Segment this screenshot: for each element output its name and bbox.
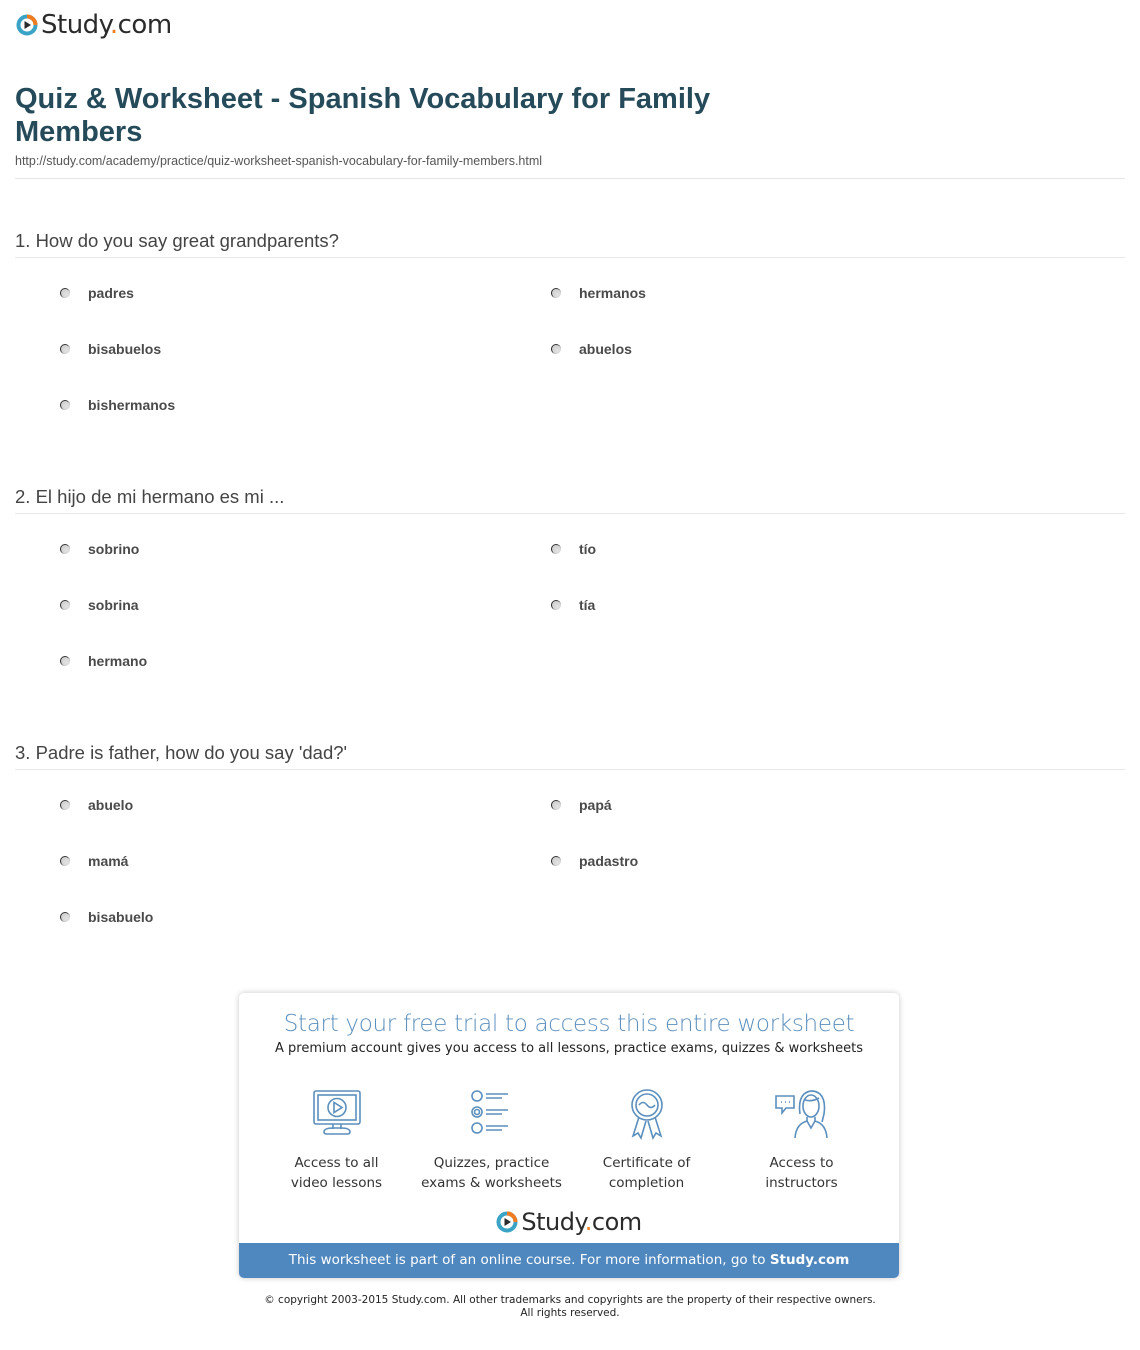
answer-option[interactable]: mamá (60, 853, 128, 869)
answer-option[interactable]: bishermanos (60, 397, 175, 413)
instructor-chat-icon (774, 1090, 828, 1139)
answer-option[interactable]: abuelos (551, 341, 632, 357)
answer-option[interactable]: hermano (60, 653, 147, 669)
answer-list: sobrino tío sobrina tía hermano (15, 514, 1125, 684)
radio-button[interactable] (551, 544, 561, 554)
radio-button[interactable] (60, 600, 70, 610)
answer-option[interactable]: tía (551, 597, 595, 613)
copyright-notice: © copyright 2003-2015 Study.com. All oth… (264, 1294, 876, 1319)
radio-button[interactable] (551, 344, 561, 354)
radio-button[interactable] (60, 400, 70, 410)
feature-label: Access to instructors (765, 1155, 838, 1191)
logo-wordmark: Study.com (41, 10, 172, 40)
feature-label: Certificate of completion (602, 1155, 691, 1191)
answer-option[interactable]: abuelo (60, 797, 133, 813)
radio-button[interactable] (551, 288, 561, 298)
question-text: 1. How do you say great grandparents? (15, 230, 339, 251)
question-3: 3. Padre is father, how do you say 'dad?… (15, 741, 1125, 940)
radio-button[interactable] (60, 288, 70, 298)
answer-option[interactable]: papá (551, 797, 612, 813)
quiz-list-icon (470, 1090, 508, 1134)
free-trial-promo: Start your free trial to access this ent… (239, 993, 899, 1278)
radio-button[interactable] (551, 600, 561, 610)
page-url: http://study.com/academy/practice/quiz-w… (15, 154, 543, 168)
feature-label: Access to all video lessons (290, 1155, 383, 1191)
promo-subtitle: A premium account gives you access to al… (275, 1041, 863, 1056)
study-logo[interactable]: Study.com (16, 10, 172, 40)
certificate-ribbon-icon (630, 1089, 663, 1140)
radio-button[interactable] (60, 912, 70, 922)
answer-option[interactable]: padres (60, 285, 134, 301)
radio-button[interactable] (60, 856, 70, 866)
course-info-text: This worksheet is part of an online cour… (288, 1252, 770, 1268)
play-logo-icon (16, 14, 38, 36)
feature-label: Quizzes, practice exams & worksheets (421, 1155, 562, 1191)
answer-option[interactable]: bisabuelos (60, 341, 161, 357)
feature-instructors: Access to instructors (724, 1088, 879, 1193)
radio-button[interactable] (60, 800, 70, 810)
answer-option[interactable]: padastro (551, 853, 638, 869)
feature-certificate: Certificate of completion (569, 1088, 724, 1193)
page-title: Quiz & Worksheet - Spanish Vocabulary fo… (15, 83, 711, 148)
radio-button[interactable] (551, 800, 561, 810)
question-text: 2. El hijo de mi hermano es mi ... (15, 486, 285, 507)
promo-title[interactable]: Start your free trial to access this ent… (239, 1011, 899, 1037)
answer-option[interactable]: hermanos (551, 285, 646, 301)
feature-list: Access to all video lessons Quizzes, prac… (259, 1088, 879, 1193)
radio-button[interactable] (60, 544, 70, 554)
answer-list: abuelo papá mamá padastro bisabuelo (15, 770, 1125, 940)
answer-option[interactable]: sobrino (60, 541, 139, 557)
feature-quizzes: Quizzes, practice exams & worksheets (414, 1088, 569, 1193)
radio-button[interactable] (551, 856, 561, 866)
answer-list: padres hermanos bisabuelos abuelos bishe… (15, 258, 1125, 428)
feature-video-lessons: Access to all video lessons (259, 1088, 414, 1193)
play-logo-icon (496, 1211, 518, 1233)
question-2: 2. El hijo de mi hermano es mi ... sobri… (15, 485, 1125, 684)
video-monitor-icon (312, 1090, 361, 1135)
study-link[interactable]: Study.com (770, 1252, 849, 1268)
answer-option[interactable]: tío (551, 541, 596, 557)
question-text: 3. Padre is father, how do you say 'dad?… (15, 742, 348, 763)
answer-option[interactable]: bisabuelo (60, 909, 153, 925)
radio-button[interactable] (60, 344, 70, 354)
question-1: 1. How do you say great grandparents? pa… (15, 229, 1125, 428)
promo-study-logo[interactable]: Study.com (239, 1207, 899, 1237)
logo-wordmark: Study.com (521, 1208, 642, 1236)
answer-option[interactable]: sobrina (60, 597, 139, 613)
radio-button[interactable] (60, 656, 70, 666)
divider (15, 178, 1125, 179)
course-info-bar: This worksheet is part of an online cour… (239, 1243, 899, 1278)
